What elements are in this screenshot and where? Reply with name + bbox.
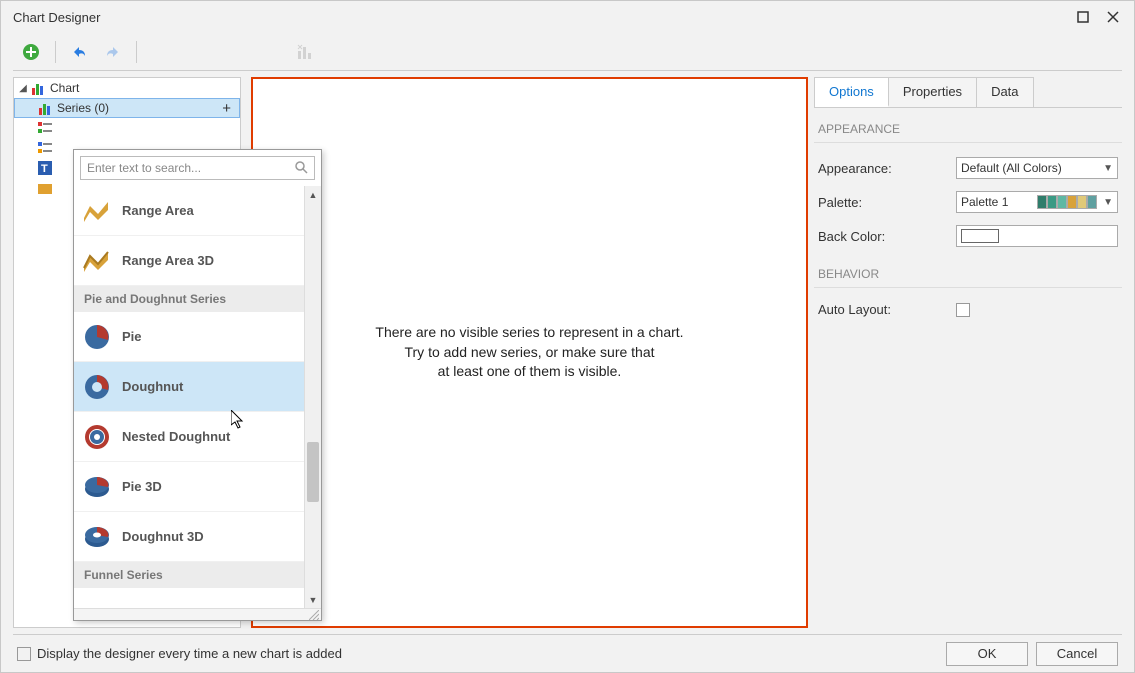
properties-panel: Options Properties Data APPEARANCE Appea… bbox=[814, 77, 1122, 628]
text-icon bbox=[38, 181, 52, 195]
preview-message: There are no visible series to represent… bbox=[375, 323, 683, 382]
search-icon bbox=[294, 160, 308, 177]
series-type-list: Range Area Range Area 3D Pie and Doughnu… bbox=[74, 186, 321, 608]
tree-item-legend[interactable] bbox=[14, 118, 240, 138]
pie-icon bbox=[82, 322, 112, 352]
series-type-doughnut-3d[interactable]: Doughnut 3D bbox=[74, 512, 304, 562]
palette-icon bbox=[38, 141, 52, 155]
series-type-pie[interactable]: Pie bbox=[74, 312, 304, 362]
section-behavior: BEHAVIOR bbox=[814, 253, 1122, 288]
change-type-button[interactable] bbox=[291, 38, 319, 66]
ok-button[interactable]: OK bbox=[946, 642, 1028, 666]
tab-properties[interactable]: Properties bbox=[889, 78, 977, 107]
back-color-dropdown[interactable] bbox=[956, 225, 1118, 247]
svg-text:T: T bbox=[41, 163, 48, 175]
series-type-pie-3d[interactable]: Pie 3D bbox=[74, 462, 304, 512]
prop-back-color: Back Color: bbox=[814, 223, 1122, 249]
search-input[interactable]: Enter text to search... bbox=[80, 156, 315, 180]
undo-button[interactable] bbox=[66, 38, 94, 66]
footer: Display the designer every time a new ch… bbox=[13, 634, 1122, 672]
scroll-down-icon[interactable]: ▼ bbox=[305, 591, 321, 608]
chart-preview: There are no visible series to represent… bbox=[251, 77, 808, 628]
close-button[interactable] bbox=[1098, 3, 1128, 31]
section-appearance: APPEARANCE bbox=[814, 108, 1122, 143]
nested-doughnut-icon bbox=[82, 422, 112, 452]
palette-dropdown[interactable]: Palette 1 ▼ bbox=[956, 191, 1118, 213]
prop-label: Palette: bbox=[818, 195, 956, 210]
add-series-icon[interactable]: + bbox=[222, 100, 235, 117]
tree-item-series[interactable]: Series (0) + bbox=[14, 98, 240, 118]
range-area-icon bbox=[82, 196, 112, 226]
main-row: ◢ Chart Series (0) + bbox=[13, 71, 1122, 634]
toolbar-separator bbox=[136, 41, 137, 63]
pie-3d-icon bbox=[82, 472, 112, 502]
search-placeholder: Enter text to search... bbox=[87, 161, 201, 175]
series-type-doughnut[interactable]: Doughnut bbox=[74, 362, 304, 412]
auto-layout-checkbox[interactable] bbox=[956, 303, 970, 317]
series-type-range-area[interactable]: Range Area bbox=[74, 186, 304, 236]
doughnut-3d-icon bbox=[82, 522, 112, 552]
palette-swatches bbox=[1037, 195, 1097, 209]
series-icon bbox=[39, 101, 53, 115]
redo-button[interactable] bbox=[98, 38, 126, 66]
scrollbar[interactable]: ▲ ▼ bbox=[304, 186, 321, 608]
prop-auto-layout: Auto Layout: bbox=[814, 300, 1122, 319]
window-title: Chart Designer bbox=[13, 10, 1068, 25]
resize-grip[interactable] bbox=[74, 608, 321, 620]
prop-palette: Palette: Palette 1 ▼ bbox=[814, 189, 1122, 215]
content-area: ◢ Chart Series (0) + bbox=[13, 33, 1122, 672]
chart-icon bbox=[32, 81, 46, 95]
series-type-popup: Enter text to search... Range Area bbox=[73, 149, 322, 621]
group-header-pie: Pie and Doughnut Series bbox=[74, 286, 304, 312]
scroll-up-icon[interactable]: ▲ bbox=[305, 186, 321, 203]
doughnut-icon bbox=[82, 372, 112, 402]
series-type-range-area-3d[interactable]: Range Area 3D bbox=[74, 236, 304, 286]
add-button[interactable] bbox=[17, 38, 45, 66]
tabs: Options Properties Data bbox=[814, 77, 1034, 107]
tab-data[interactable]: Data bbox=[977, 78, 1032, 107]
chevron-down-icon: ▼ bbox=[1103, 197, 1113, 208]
series-type-nested-doughnut[interactable]: Nested Doughnut bbox=[74, 412, 304, 462]
chart-designer-window: Chart Designer bbox=[0, 0, 1135, 673]
prop-label: Auto Layout: bbox=[818, 302, 956, 317]
prop-appearance: Appearance: Default (All Colors) ▼ bbox=[814, 155, 1122, 181]
tab-options[interactable]: Options bbox=[815, 78, 889, 107]
toolbar-separator bbox=[55, 41, 56, 63]
appearance-dropdown[interactable]: Default (All Colors) ▼ bbox=[956, 157, 1118, 179]
scroll-thumb[interactable] bbox=[307, 442, 319, 502]
tree-label: Chart bbox=[50, 81, 79, 95]
group-header-funnel: Funnel Series bbox=[74, 562, 304, 588]
prop-label: Back Color: bbox=[818, 229, 956, 244]
maximize-button[interactable] bbox=[1068, 3, 1098, 31]
range-area-3d-icon bbox=[82, 246, 112, 276]
display-designer-label: Display the designer every time a new ch… bbox=[37, 646, 342, 661]
legend-icon bbox=[38, 121, 52, 135]
tree-label: Series (0) bbox=[57, 101, 109, 115]
title-icon: T bbox=[38, 161, 52, 175]
prop-label: Appearance: bbox=[818, 161, 956, 176]
toolbar bbox=[13, 33, 1122, 71]
tree-item-chart[interactable]: ◢ Chart bbox=[14, 78, 240, 98]
chevron-down-icon: ▼ bbox=[1103, 163, 1113, 174]
cancel-button[interactable]: Cancel bbox=[1036, 642, 1118, 666]
collapse-icon: ◢ bbox=[18, 83, 28, 94]
color-swatch bbox=[961, 229, 999, 243]
titlebar: Chart Designer bbox=[1, 1, 1134, 33]
display-designer-checkbox[interactable] bbox=[17, 647, 31, 661]
